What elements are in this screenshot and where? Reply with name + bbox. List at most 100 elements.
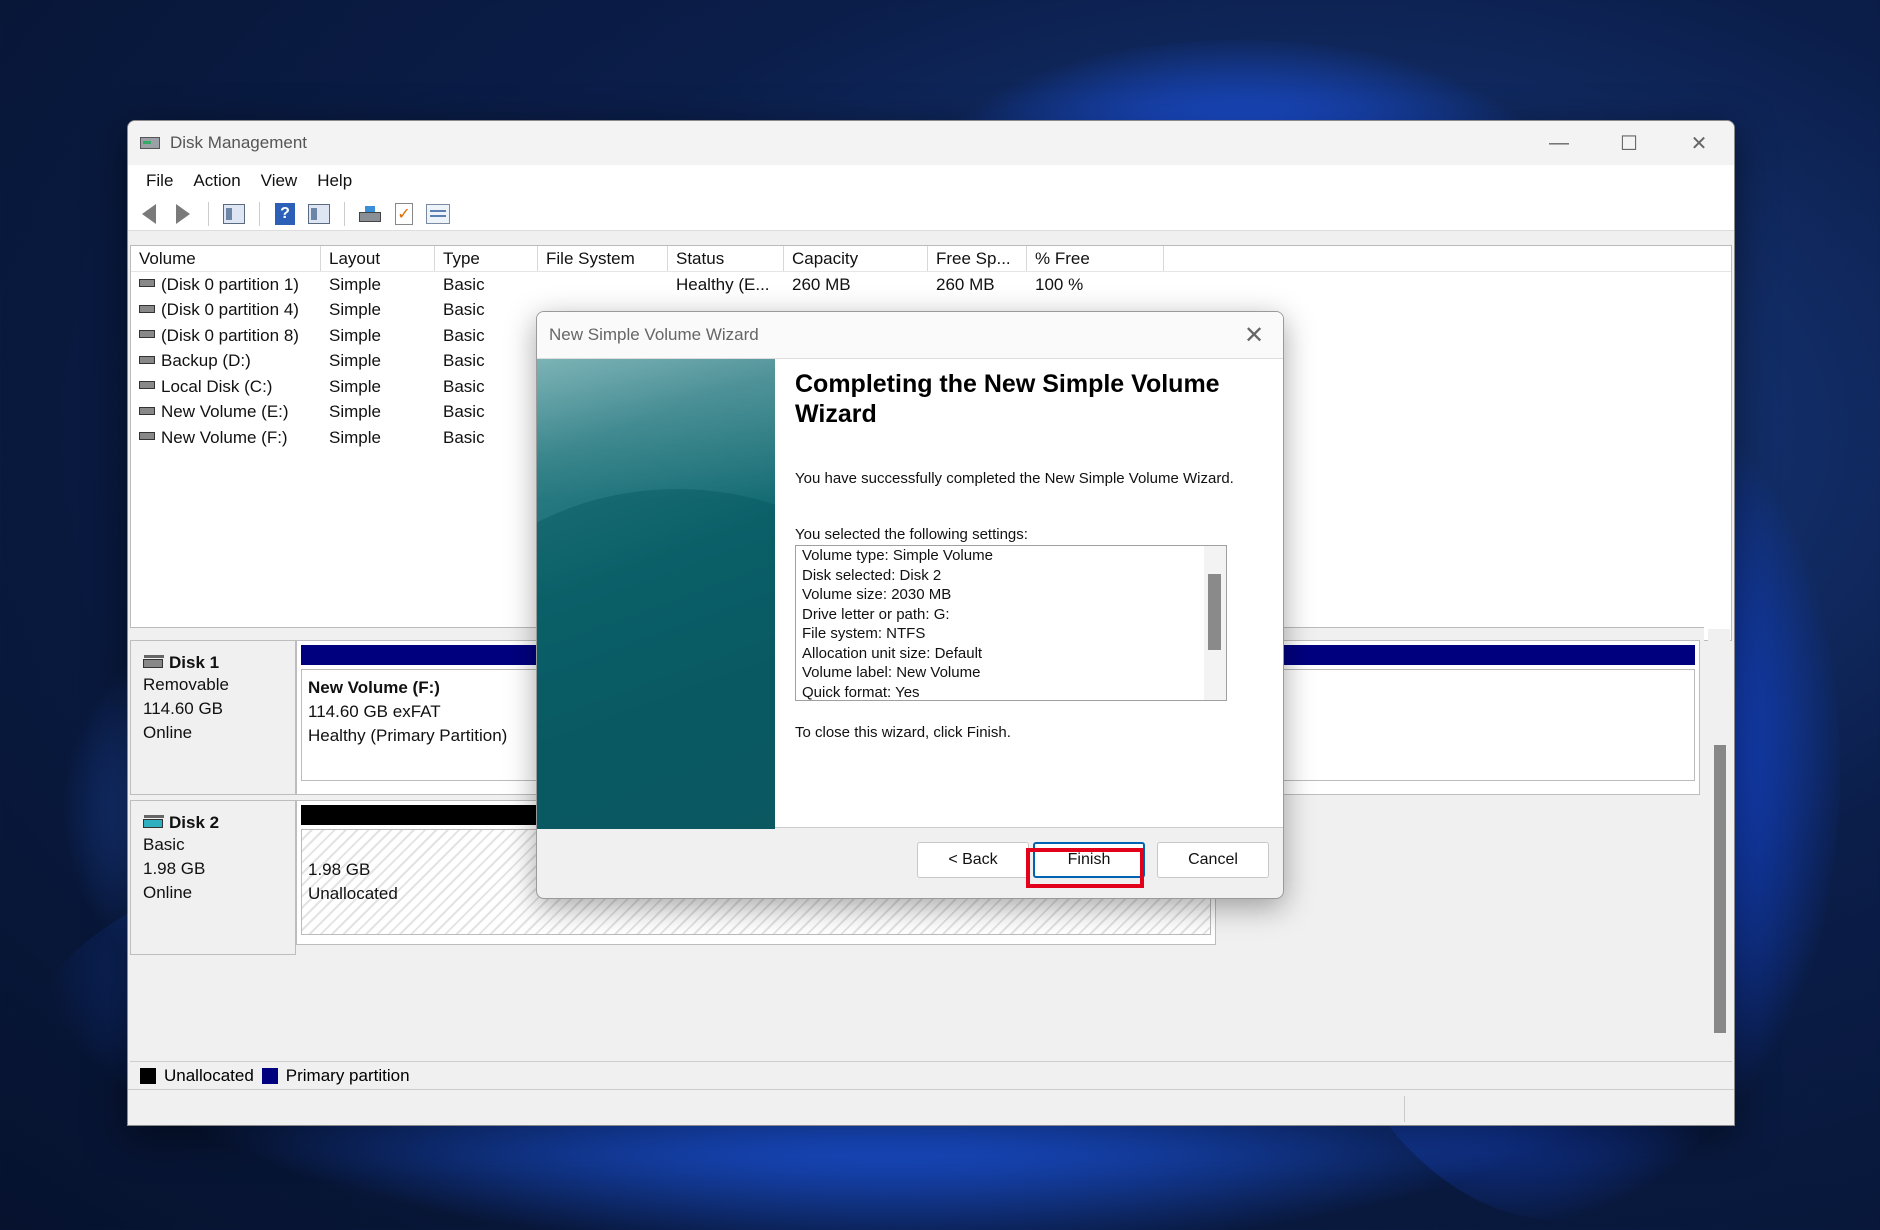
wizard-content: Completing the New Simple Volume Wizard … bbox=[795, 369, 1265, 741]
settings-list-button[interactable] bbox=[423, 200, 453, 228]
toolbar-separator bbox=[208, 201, 209, 226]
settings-scrollbar[interactable] bbox=[1204, 546, 1226, 700]
removable-disk-icon bbox=[143, 654, 164, 668]
disk-2-name: Disk 2 bbox=[169, 813, 220, 832]
volume-cell-layout: Simple bbox=[329, 376, 381, 396]
minimize-button[interactable]: — bbox=[1524, 121, 1594, 165]
volume-cell-layout: Simple bbox=[329, 427, 381, 447]
drive-icon bbox=[139, 355, 155, 364]
properties-button[interactable] bbox=[304, 200, 334, 228]
title-bar[interactable]: Disk Management — ☐ ✕ bbox=[128, 121, 1734, 165]
wizard-close-button[interactable]: ✕ bbox=[1239, 320, 1269, 350]
disk-map-scrollbar[interactable] bbox=[1708, 629, 1730, 1065]
back-arrow-icon bbox=[142, 203, 156, 224]
menu-file[interactable]: File bbox=[136, 165, 183, 197]
console-tree-icon bbox=[223, 203, 245, 224]
drive-icon bbox=[139, 279, 155, 288]
scrollbar-thumb[interactable] bbox=[1714, 745, 1726, 1033]
volume-name: New Volume (F:) bbox=[161, 427, 288, 447]
toolbar-separator bbox=[344, 201, 345, 226]
disk-1-size: 114.60 GB bbox=[143, 699, 224, 718]
setting-line: Volume size: 2030 MB bbox=[802, 586, 952, 603]
toolbar-separator bbox=[259, 201, 260, 226]
menu-view[interactable]: View bbox=[251, 165, 308, 197]
wizard-heading: Completing the New Simple Volume Wizard bbox=[795, 370, 1220, 428]
volume-name: (Disk 0 partition 1) bbox=[161, 274, 299, 294]
legend-primary-partition: Primary partition bbox=[285, 1065, 410, 1085]
volume-cell-volume: New Volume (F:) bbox=[131, 428, 321, 448]
column-header-volume[interactable]: Volume bbox=[131, 246, 321, 271]
column-header-free-space[interactable]: Free Sp... bbox=[928, 246, 1027, 271]
disk-1-info[interactable]: Disk 1 Removable 114.60 GB Online bbox=[130, 640, 296, 795]
volume-cell-layout: Simple bbox=[329, 402, 381, 422]
new-simple-volume-wizard-dialog: New Simple Volume Wizard ✕ Completing th… bbox=[536, 311, 1284, 899]
volume-cell-volume: (Disk 0 partition 1) bbox=[131, 275, 321, 295]
volume-cell-type: Basic bbox=[443, 376, 485, 396]
settings-summary-box[interactable]: Volume type: Simple Volume Disk selected:… bbox=[795, 545, 1227, 701]
volume-cell-status: Healthy (E... bbox=[676, 274, 770, 294]
volume-cell-type: Basic bbox=[443, 325, 485, 345]
primary-partition-swatch bbox=[261, 1067, 278, 1084]
column-header-percent-free[interactable]: % Free bbox=[1027, 246, 1164, 271]
setting-line: Allocation unit size: Default bbox=[802, 644, 983, 662]
settings-lines: Volume type: Simple Volume Disk selected:… bbox=[796, 546, 1226, 701]
wizard-title-bar[interactable]: New Simple Volume Wizard ✕ bbox=[537, 312, 1283, 358]
disk-1-name: Disk 1 bbox=[169, 653, 220, 672]
setting-line: File system: NTFS bbox=[802, 625, 926, 642]
back-button[interactable]: < Back bbox=[917, 842, 1029, 878]
volume-cell-type: Basic bbox=[443, 427, 485, 447]
wizard-intro-text: You have successfully completed the New … bbox=[795, 470, 1234, 487]
checklist-icon: ✓ bbox=[395, 202, 413, 225]
volume-cell-layout: Simple bbox=[329, 274, 381, 294]
disk-2-size: 1.98 GB bbox=[143, 859, 206, 878]
column-header-status[interactable]: Status bbox=[668, 246, 784, 271]
volume-cell-volume: (Disk 0 partition 8) bbox=[131, 326, 321, 346]
wizard-body: Completing the New Simple Volume Wizard … bbox=[537, 358, 1283, 829]
volume-cell-volume: Local Disk (C:) bbox=[131, 377, 321, 397]
column-header-layout[interactable]: Layout bbox=[321, 246, 435, 271]
forward-button[interactable] bbox=[168, 200, 198, 228]
show-hide-console-tree-button[interactable] bbox=[219, 200, 249, 228]
volume-row[interactable]: (Disk 0 partition 1) Simple Basic Healthy (… bbox=[131, 272, 1731, 298]
menu-action[interactable]: Action bbox=[183, 165, 250, 197]
disk-2-info[interactable]: Disk 2 Basic 1.98 GB Online bbox=[130, 800, 296, 955]
setting-line: Drive letter or path: G: bbox=[802, 605, 950, 623]
menu-help[interactable]: Help bbox=[307, 165, 362, 197]
menu-bar: File Action View Help bbox=[128, 165, 1734, 197]
rescan-disks-button[interactable] bbox=[355, 200, 385, 228]
checklist-button[interactable]: ✓ bbox=[389, 200, 419, 228]
wizard-close-hint: To close this wizard, click Finish. bbox=[795, 724, 1011, 741]
forward-arrow-icon bbox=[176, 203, 190, 224]
drive-icon bbox=[139, 432, 155, 441]
finish-button-highlight bbox=[1026, 848, 1144, 888]
unallocated-swatch bbox=[140, 1067, 156, 1084]
help-icon: ? bbox=[275, 202, 295, 225]
column-header-capacity[interactable]: Capacity bbox=[784, 246, 928, 271]
column-header-file-system[interactable]: File System bbox=[538, 246, 668, 271]
basic-disk-icon bbox=[143, 814, 164, 828]
volume-cell-free: 260 MB bbox=[936, 274, 995, 294]
settings-scrollbar-thumb[interactable] bbox=[1208, 574, 1221, 650]
wizard-banner-image bbox=[537, 359, 775, 829]
help-button[interactable]: ? bbox=[270, 200, 300, 228]
volume-name: (Disk 0 partition 4) bbox=[161, 300, 299, 320]
setting-line: Volume label: New Volume bbox=[802, 664, 981, 681]
close-button[interactable]: ✕ bbox=[1664, 121, 1734, 165]
volume-name: New Volume (E:) bbox=[161, 402, 289, 422]
disk-2-type: Basic bbox=[143, 835, 185, 854]
volume-cell-volume: Backup (D:) bbox=[131, 351, 321, 371]
column-header-type[interactable]: Type bbox=[435, 246, 538, 271]
legend-unallocated: Unallocated bbox=[164, 1065, 254, 1085]
cancel-button[interactable]: Cancel bbox=[1157, 842, 1269, 878]
volume-cell-type: Basic bbox=[443, 274, 485, 294]
volume-cell-layout: Simple bbox=[329, 300, 381, 320]
maximize-button[interactable]: ☐ bbox=[1594, 121, 1664, 165]
setting-line: Disk selected: Disk 2 bbox=[802, 566, 942, 584]
volume-cell-type: Basic bbox=[443, 300, 485, 320]
wizard-title: New Simple Volume Wizard bbox=[549, 325, 759, 344]
volume-cell-layout: Simple bbox=[329, 351, 381, 371]
setting-line: Quick format: Yes bbox=[802, 683, 920, 701]
wizard-footer: < Back Finish Cancel bbox=[537, 828, 1283, 898]
back-button[interactable] bbox=[134, 200, 164, 228]
disk-1-name-row: Disk 1 bbox=[143, 653, 295, 673]
